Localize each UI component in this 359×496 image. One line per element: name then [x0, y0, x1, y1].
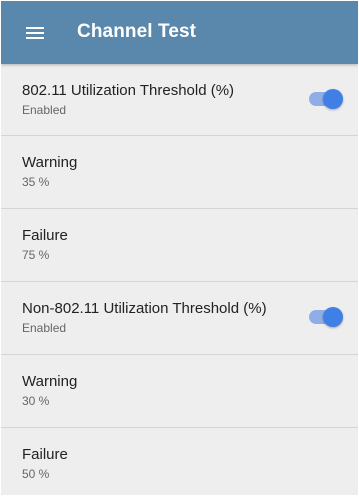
setting-value: Enabled [22, 321, 67, 335]
setting-80211-failure[interactable]: Failure 75 % [1, 209, 358, 282]
setting-non80211-threshold[interactable]: Non-802.11 Utilization Threshold (%) Ena… [1, 282, 358, 355]
toggle-thumb [323, 89, 343, 109]
setting-value: 75 % [22, 248, 50, 262]
setting-80211-warning[interactable]: Warning 35 % [1, 136, 358, 209]
screen: Channel Test 802.11 Utilization Threshol… [1, 1, 358, 495]
page-title: Channel Test [77, 21, 197, 42]
setting-label: Failure [22, 446, 68, 463]
toggle-thumb [323, 307, 343, 327]
setting-non80211-warning[interactable]: Warning 30 % [1, 355, 358, 428]
hamburger-menu-icon[interactable] [26, 27, 44, 40]
setting-80211-threshold[interactable]: 802.11 Utilization Threshold (%) Enabled [1, 64, 358, 136]
setting-non80211-failure[interactable]: Failure 50 % [1, 428, 358, 495]
setting-label: Warning [22, 373, 78, 390]
setting-value: Enabled [22, 103, 67, 117]
threshold-toggle[interactable] [309, 307, 343, 327]
threshold-toggle[interactable] [309, 89, 343, 109]
setting-label: Warning [22, 154, 78, 171]
setting-value: 30 % [22, 394, 50, 408]
setting-value: 50 % [22, 467, 50, 481]
setting-label: Non-802.11 Utilization Threshold (%) [22, 300, 267, 317]
setting-value: 35 % [22, 175, 50, 189]
setting-label: Failure [22, 227, 68, 244]
settings-list: 802.11 Utilization Threshold (%) Enabled… [1, 64, 358, 495]
setting-label: 802.11 Utilization Threshold (%) [22, 82, 235, 99]
app-bar: Channel Test [1, 1, 358, 64]
